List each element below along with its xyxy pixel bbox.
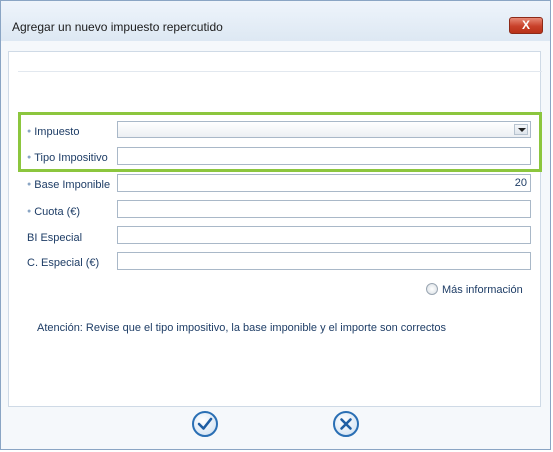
bi-especial-input[interactable] <box>117 226 531 244</box>
c-especial-input[interactable] <box>117 252 531 270</box>
cuota-input[interactable] <box>117 200 531 218</box>
form-divider <box>18 71 542 72</box>
required-marker-icon: ● <box>27 181 32 188</box>
more-info-radio[interactable]: Más información <box>426 283 523 296</box>
base-imponible-input[interactable]: 20 <box>117 174 531 192</box>
required-marker-icon: ● <box>27 208 32 215</box>
highlight-box <box>18 112 542 172</box>
cancel-x-icon <box>340 418 352 430</box>
ok-button[interactable] <box>192 411 218 437</box>
cuota-label-text: Cuota (€) <box>34 206 81 218</box>
c-especial-label: C. Especial (€) <box>27 257 100 269</box>
radio-icon[interactable] <box>426 283 438 296</box>
cancel-button[interactable] <box>333 411 359 437</box>
notice-text: Atención: Revise que el tipo impositivo,… <box>37 322 447 334</box>
close-icon: X <box>521 18 530 32</box>
cuota-label: ● Cuota (€) <box>27 205 80 221</box>
bi-especial-label: BI Especial <box>27 232 83 244</box>
checkmark-icon <box>197 417 213 430</box>
dialog-title: Agregar un nuevo impuesto repercutido <box>12 20 223 34</box>
close-button[interactable]: X <box>509 17 543 34</box>
title-bar: Agregar un nuevo impuesto repercutido X <box>1 1 550 41</box>
more-info-label: Más información <box>442 284 523 296</box>
base-imponible-label: ● Base Imponible <box>27 178 110 194</box>
base-imponible-label-text: Base Imponible <box>34 179 111 191</box>
